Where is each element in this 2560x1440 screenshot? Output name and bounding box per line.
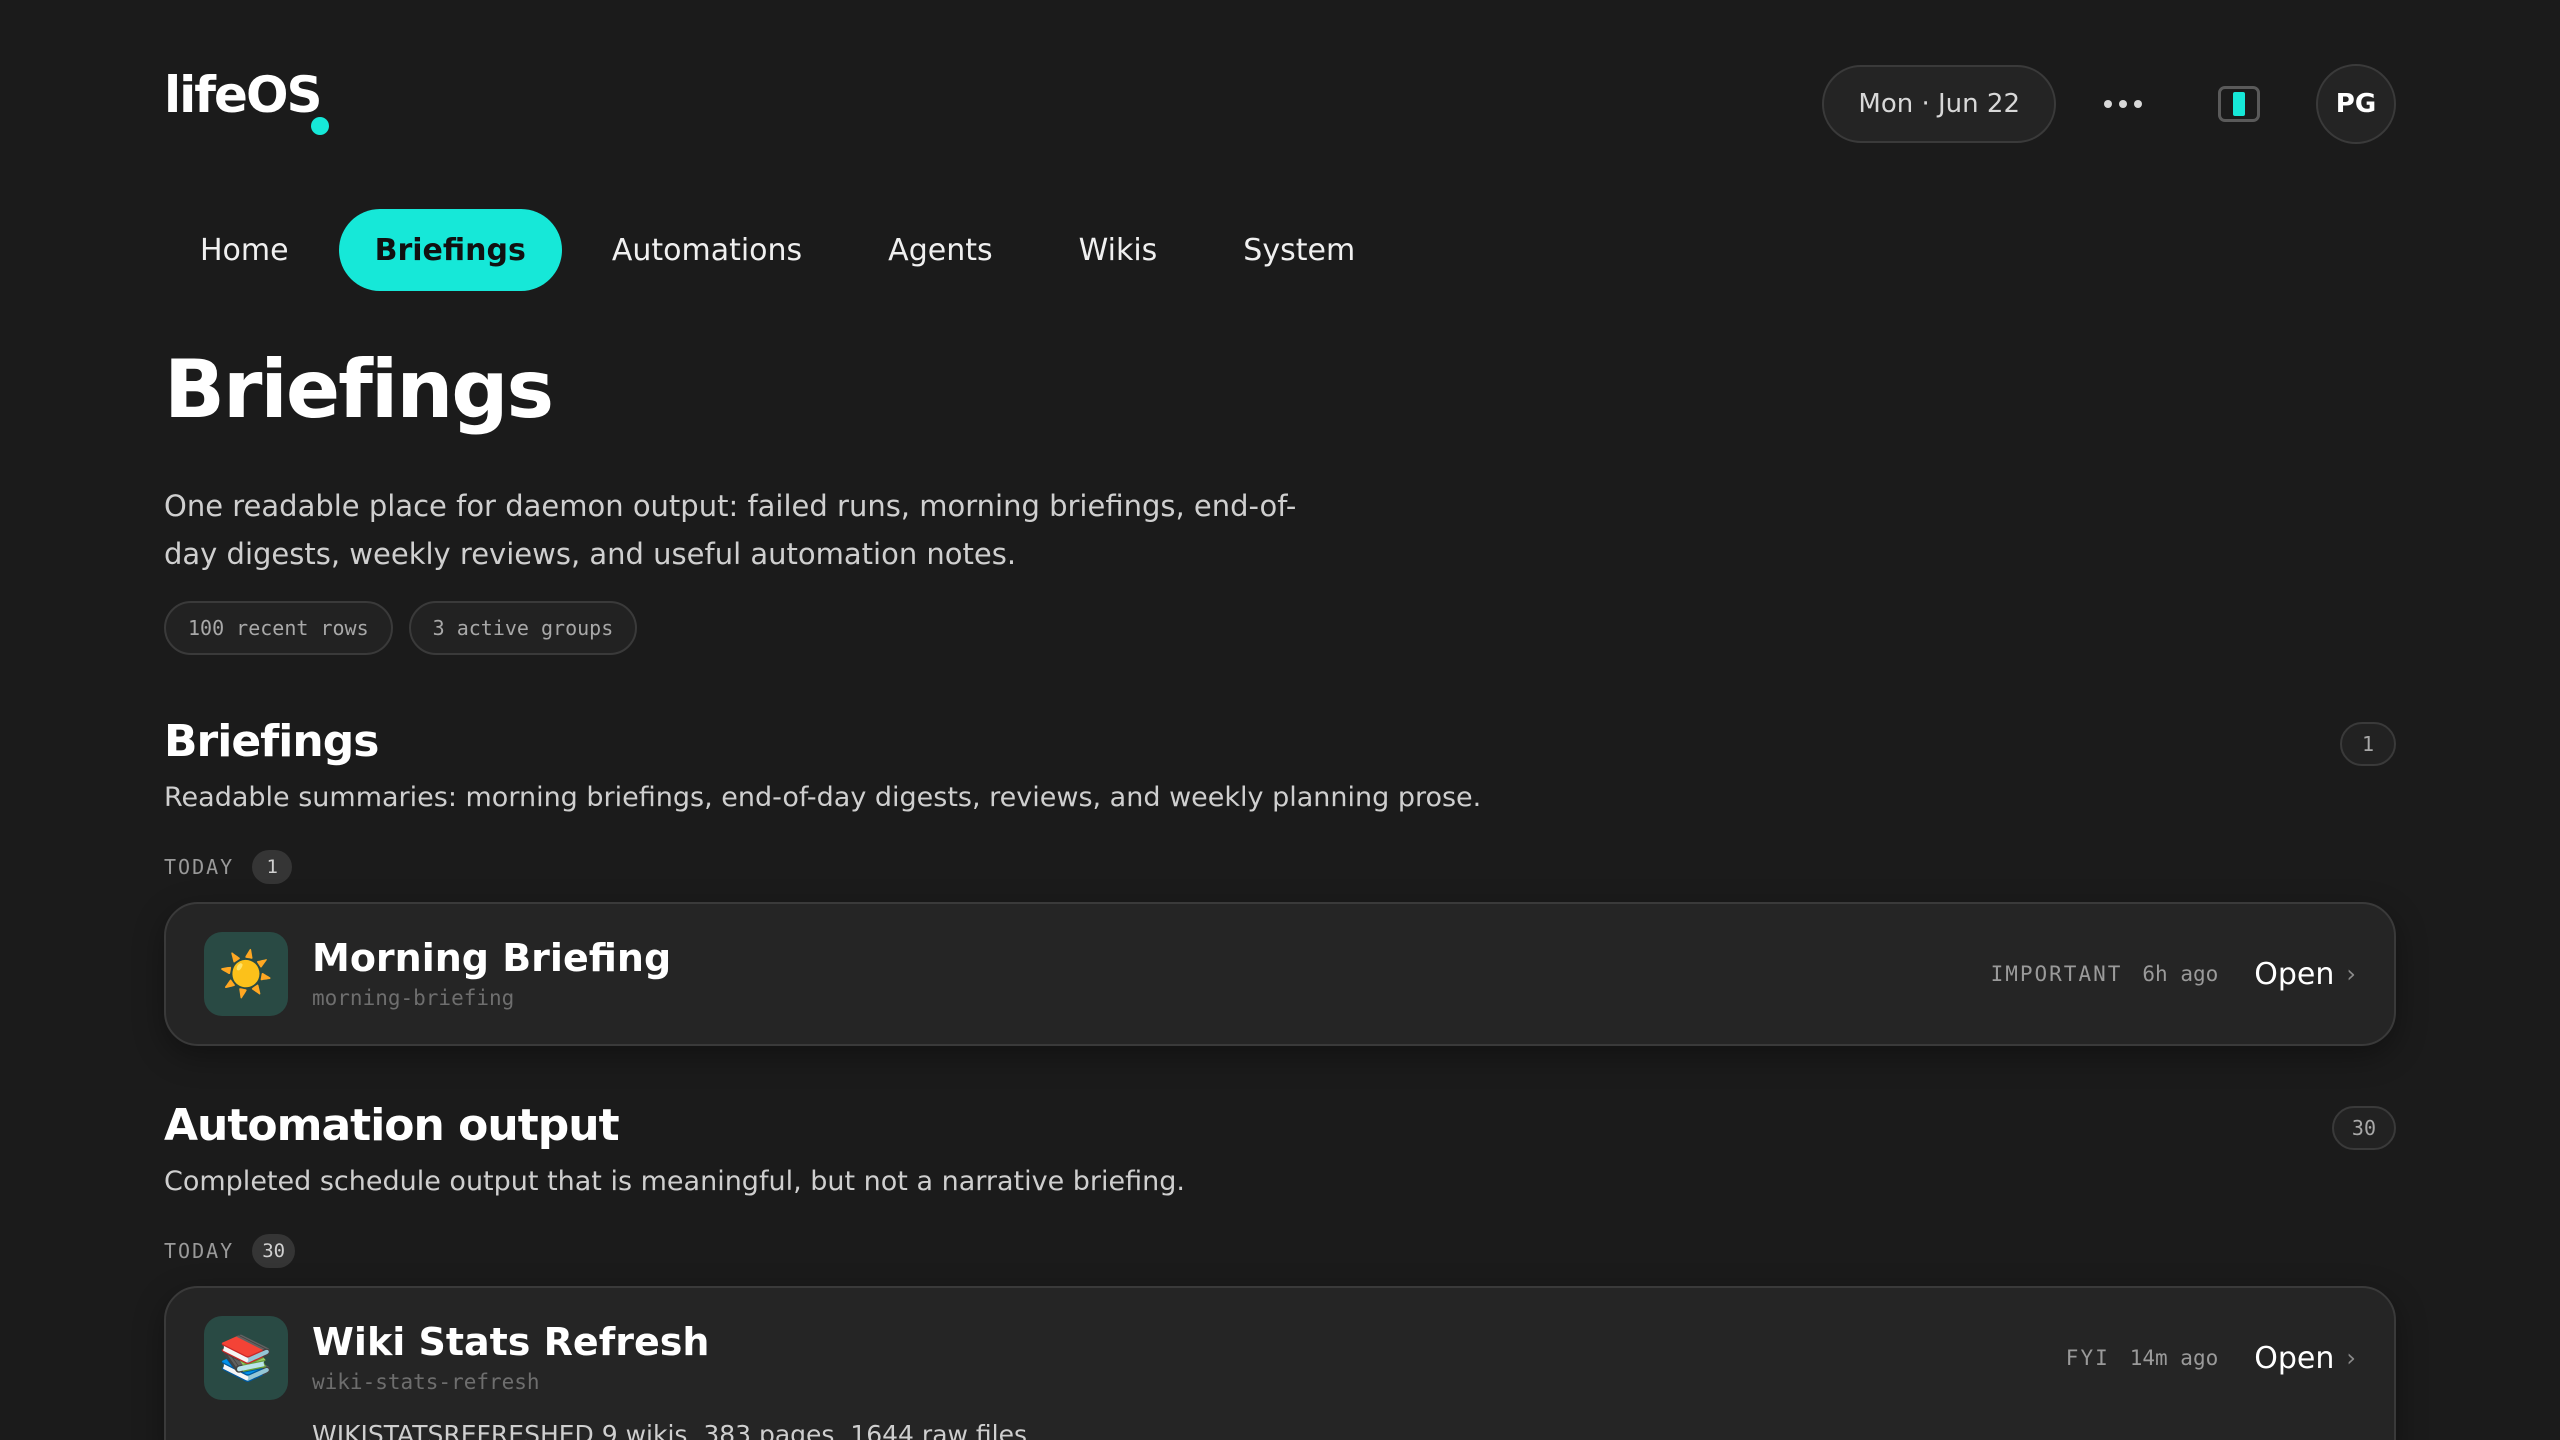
more-horizontal-icon: [2119, 100, 2127, 108]
automation-card[interactable]: 📚 Wiki Stats Refresh wiki-stats-refresh …: [164, 1286, 2396, 1440]
card-text: Wiki Stats Refresh wiki-stats-refresh: [312, 1320, 2042, 1395]
more-horizontal-icon: [2104, 100, 2112, 108]
section-automation-output: Automation output 30 Completed schedule …: [164, 1104, 2396, 1440]
priority-label: FYI: [2065, 1346, 2110, 1371]
section-description: Readable summaries: morning briefings, e…: [164, 782, 1482, 813]
briefing-card[interactable]: ☀️ Morning Briefing morning-briefing IMP…: [164, 902, 2396, 1047]
card-row: 📚 Wiki Stats Refresh wiki-stats-refresh …: [204, 1316, 2356, 1401]
open-link[interactable]: Open ›: [2254, 1341, 2356, 1376]
nav-tab-automations[interactable]: Automations: [576, 209, 838, 291]
page-description: One readable place for daemon output: fa…: [164, 489, 1297, 571]
card-slug: morning-briefing: [312, 986, 515, 1011]
section-count-badge: 1: [2340, 722, 2396, 766]
nav-tab-wikis[interactable]: Wikis: [1043, 209, 1194, 291]
timestamp: 6h ago: [2142, 962, 2219, 987]
timestamp: 14m ago: [2129, 1346, 2219, 1371]
more-button[interactable]: [2084, 65, 2162, 143]
card-row: ☀️ Morning Briefing morning-briefing IMP…: [204, 932, 2356, 1017]
nav-tab-agents[interactable]: Agents: [852, 209, 1028, 291]
card-body: WIKISTATSREFRESHED 9 wikis, 383 pages, 1…: [312, 1420, 1028, 1440]
nav-tab-system[interactable]: System: [1207, 209, 1391, 291]
recent-rows-chip: 100 recent rows: [164, 601, 393, 655]
logo-dot-icon: [311, 117, 329, 135]
chevron-right-icon: ›: [2346, 960, 2356, 989]
summary-chips: 100 recent rows 3 active groups: [164, 601, 638, 655]
books-icon: 📚: [204, 1316, 288, 1401]
card-text: Morning Briefing morning-briefing: [312, 936, 1967, 1011]
section-briefings: Briefings 1 Readable summaries: morning …: [164, 716, 2396, 1047]
group-label: TODAY: [164, 855, 235, 880]
section-count-badge: 30: [2331, 1106, 2396, 1150]
top-bar: lifeOS Mon · Jun 22 PG: [164, 0, 2396, 207]
avatar[interactable]: PG: [2316, 64, 2396, 144]
nav-tab-briefings[interactable]: Briefings: [338, 209, 562, 291]
app-logo[interactable]: lifeOS: [164, 70, 322, 120]
theme-toggle-icon: [2218, 86, 2260, 122]
open-link[interactable]: Open ›: [2254, 957, 2356, 992]
nav-tab-home[interactable]: Home: [164, 209, 325, 291]
sun-icon: ☀️: [204, 932, 288, 1017]
theme-toggle-button[interactable]: [2200, 65, 2278, 143]
group-count-badge: 1: [252, 850, 293, 885]
group-header: TODAY 1: [164, 850, 2396, 885]
date-pill[interactable]: Mon · Jun 22: [1822, 65, 2056, 143]
card-title: Wiki Stats Refresh: [312, 1320, 710, 1365]
group-count-badge: 30: [252, 1234, 296, 1269]
briefings-page: lifeOS Mon · Jun 22 PG Home Briefings Au…: [0, 0, 2560, 1440]
active-groups-chip: 3 active groups: [408, 601, 638, 655]
open-link-label: Open: [2254, 1340, 2335, 1376]
header-actions: Mon · Jun 22 PG: [1822, 64, 2396, 144]
section-title: Briefings: [164, 716, 379, 767]
group-label: TODAY: [164, 1239, 235, 1264]
card-meta: IMPORTANT 6h ago Open ›: [1991, 957, 2356, 992]
priority-label: IMPORTANT: [1990, 962, 2123, 987]
open-link-label: Open: [2254, 956, 2335, 992]
page-title: Briefings: [164, 343, 554, 436]
section-description: Completed schedule output that is meanin…: [164, 1166, 1185, 1197]
chevron-right-icon: ›: [2346, 1344, 2356, 1373]
card-slug: wiki-stats-refresh: [312, 1370, 540, 1395]
group-header: TODAY 30: [164, 1234, 2396, 1269]
card-title: Morning Briefing: [312, 936, 672, 981]
more-horizontal-icon: [2134, 100, 2142, 108]
section-title: Automation output: [164, 1100, 620, 1151]
main-nav: Home Briefings Automations Agents Wikis …: [164, 209, 1391, 291]
card-meta: FYI 14m ago Open ›: [2066, 1341, 2356, 1376]
